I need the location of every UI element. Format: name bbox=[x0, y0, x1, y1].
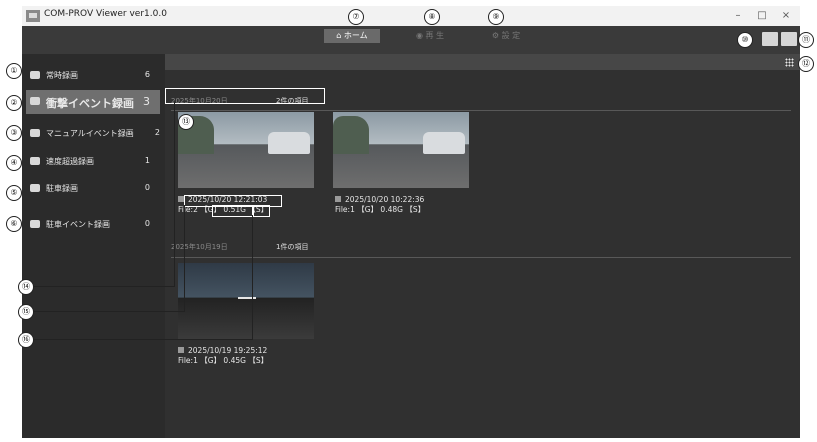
window-title: COM-PROV Viewer ver1.0.0 bbox=[44, 9, 167, 19]
parking-impact-icon bbox=[30, 220, 40, 228]
callout-4: ④ bbox=[6, 155, 22, 171]
callout-11: ⑪ bbox=[798, 32, 814, 48]
highlight-box-group-header bbox=[165, 88, 325, 104]
video-thumbnail[interactable] bbox=[178, 112, 314, 188]
highlight-box-size bbox=[212, 205, 254, 217]
video-datetime: 2025/10/20 10:22:36 bbox=[345, 195, 425, 204]
video-datetime: 2025/10/19 19:25:12 bbox=[188, 346, 268, 355]
callout-15: ⑮ bbox=[18, 304, 34, 320]
camera-icon bbox=[30, 71, 40, 79]
content-header-bar bbox=[165, 54, 800, 70]
sidebar-item-parking-event[interactable]: 駐車イベント録画 0 bbox=[26, 213, 160, 235]
sidebar-item-parking[interactable]: 駐車録画 0 bbox=[26, 177, 160, 199]
tab-home[interactable]: ⌂ ホーム bbox=[324, 29, 380, 43]
callout-10: ⑩ bbox=[737, 32, 753, 48]
divider bbox=[171, 110, 791, 111]
leader-line bbox=[184, 205, 185, 311]
sidebar-item-label: マニュアルイベント録画 bbox=[46, 129, 134, 138]
title-bar: COM-PROV Viewer ver1.0.0 – □ × bbox=[22, 6, 800, 26]
sidebar-item-speeding[interactable]: 速度超過録画 1 bbox=[26, 150, 160, 172]
sidebar-item-label: 駐車録画 bbox=[46, 184, 78, 193]
callout-5: ⑤ bbox=[6, 185, 22, 201]
leader-line bbox=[174, 102, 175, 286]
sidebar-item-manual-event[interactable]: マニュアルイベント録画 2 bbox=[26, 122, 160, 144]
callout-7: ⑦ bbox=[348, 9, 364, 25]
video-thumbnail[interactable] bbox=[178, 263, 314, 339]
callout-8: ⑧ bbox=[424, 9, 440, 25]
car-impact-icon bbox=[30, 97, 40, 105]
grid-view-icon[interactable] bbox=[785, 58, 794, 67]
callout-9: ⑨ bbox=[488, 9, 504, 25]
sidebar-item-count: 0 bbox=[144, 219, 150, 228]
sidebar-item-count: 3 bbox=[143, 95, 150, 108]
close-button[interactable]: × bbox=[778, 8, 794, 24]
group-header: 2025年10月19日 1件の項目 bbox=[171, 242, 308, 256]
video-badge-icon bbox=[335, 196, 341, 202]
sidebar-item-count: 0 bbox=[144, 183, 150, 192]
parked-car-icon bbox=[30, 184, 40, 192]
callout-13: ⑬ bbox=[178, 114, 194, 130]
leader-line bbox=[34, 286, 175, 287]
export-icon[interactable] bbox=[781, 32, 797, 46]
minimize-button[interactable]: – bbox=[730, 8, 746, 24]
leader-line bbox=[252, 215, 253, 339]
sidebar-item-label: 常時録画 bbox=[46, 71, 78, 80]
main-content: 2025年10月20日 2件の項目 2025/10/20 12:21:03 Fi… bbox=[165, 54, 800, 438]
callout-1: ① bbox=[6, 63, 22, 79]
folder-icon[interactable] bbox=[762, 32, 778, 46]
app-icon bbox=[26, 10, 40, 22]
app-window: COM-PROV Viewer ver1.0.0 – □ × ⌂ ホーム ◉ 再… bbox=[22, 6, 800, 438]
sidebar-item-label: 駐車イベント録画 bbox=[46, 220, 110, 229]
video-meta: 2025/10/20 10:22:36 File:1 【G】 0.48G 【S】 bbox=[335, 195, 425, 215]
group-date: 2025年10月19日 bbox=[171, 243, 228, 251]
divider bbox=[171, 257, 791, 258]
group-count: 1件の項目 bbox=[276, 243, 309, 251]
sidebar-item-count: 6 bbox=[144, 70, 150, 79]
video-file-info: File:1 【G】 0.45G 【S】 bbox=[178, 356, 269, 365]
highlight-box-s bbox=[252, 205, 270, 217]
callout-12: ⑫ bbox=[798, 56, 814, 72]
sidebar-item-impact-event[interactable]: 衝撃イベント録画 3 bbox=[26, 90, 160, 114]
sidebar: 常時録画 6 衝撃イベント録画 3 マニュアルイベント録画 2 速度超過録画 1… bbox=[22, 54, 165, 438]
sidebar-item-count: 2 bbox=[154, 128, 160, 137]
toolbar: ⌂ ホーム ◉ 再 生 ⚙ 設 定 bbox=[22, 26, 800, 54]
video-meta: 2025/10/19 19:25:12 File:1 【G】 0.45G 【S】 bbox=[178, 346, 268, 366]
video-file-info: File:1 【G】 0.48G 【S】 bbox=[335, 205, 426, 214]
leader-line bbox=[34, 311, 185, 312]
leader-line bbox=[34, 339, 253, 340]
callout-14: ⑭ bbox=[18, 279, 34, 295]
callout-2: ② bbox=[6, 95, 22, 111]
tab-playback[interactable]: ◉ 再 生 bbox=[402, 29, 458, 43]
video-thumbnail[interactable] bbox=[333, 112, 469, 188]
sidebar-item-label: 速度超過録画 bbox=[46, 157, 94, 166]
callout-6: ⑥ bbox=[6, 216, 22, 232]
video-badge-icon bbox=[178, 347, 184, 353]
sidebar-item-label: 衝撃イベント録画 bbox=[46, 97, 134, 110]
callout-3: ③ bbox=[6, 125, 22, 141]
maximize-button[interactable]: □ bbox=[754, 8, 770, 24]
tab-settings[interactable]: ⚙ 設 定 bbox=[478, 29, 534, 43]
speeding-car-icon bbox=[30, 157, 40, 165]
callout-16: ⑯ bbox=[18, 332, 34, 348]
hand-icon bbox=[30, 129, 40, 137]
sidebar-item-continuous[interactable]: 常時録画 6 bbox=[26, 64, 160, 86]
sidebar-item-count: 1 bbox=[144, 156, 150, 165]
